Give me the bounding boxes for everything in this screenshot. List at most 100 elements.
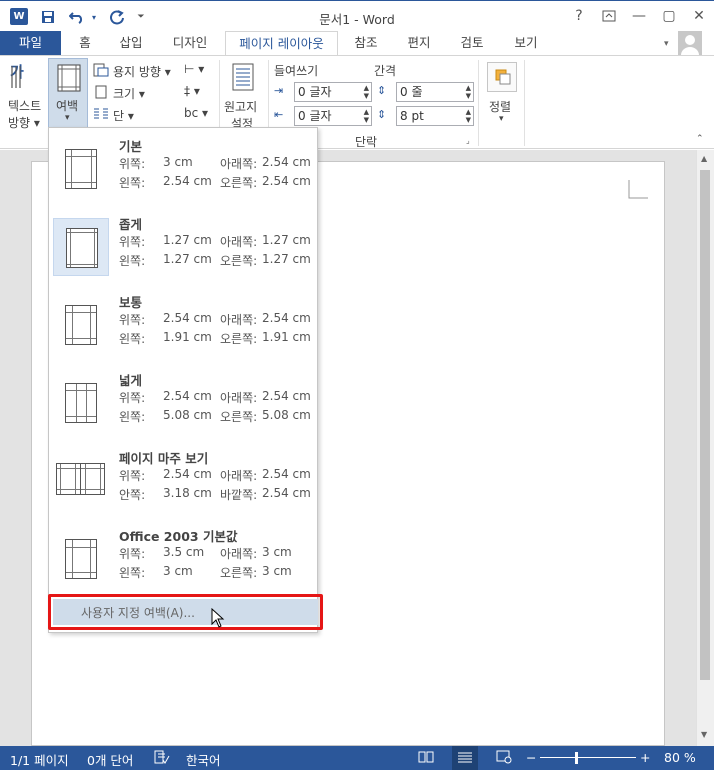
margin-option[interactable]: 기본 위쪽: 3 cm 아래쪽: 2.54 cm 왼쪽: 2.54 cm 오른쪽… xyxy=(49,130,317,208)
margin-label: 왼쪽: xyxy=(119,176,146,190)
tab-page-layout[interactable]: 페이지 레이아웃 xyxy=(225,31,338,56)
indent-right-input[interactable]: 0 글자 ▲ ▼ xyxy=(294,106,372,126)
margin-thumbnail xyxy=(53,296,109,354)
draft-settings-button[interactable]: 원고지 설정 xyxy=(222,61,266,131)
web-layout-icon[interactable] xyxy=(496,750,512,767)
margins-button[interactable]: 여백 ▾ xyxy=(48,58,88,130)
zoom-slider-thumb[interactable] xyxy=(575,752,578,764)
status-language[interactable]: 한국어 xyxy=(186,750,221,769)
spinner-arrows-icon[interactable]: ▲ ▼ xyxy=(364,108,369,124)
tab-view[interactable]: 보기 xyxy=(504,31,548,55)
margin-label: 위쪽: xyxy=(119,313,146,327)
ribbon-display-options-icon[interactable] xyxy=(596,5,622,27)
margin-label: 왼쪽: xyxy=(119,254,146,268)
zoom-in-button[interactable]: + xyxy=(640,750,650,765)
zoom-slider-track[interactable] xyxy=(540,757,636,758)
scrollbar-thumb[interactable] xyxy=(700,170,710,680)
margin-preview-icon xyxy=(66,228,98,268)
margin-option[interactable]: 좁게 위쪽: 1.27 cm 아래쪽: 1.27 cm 왼쪽: 1.27 cm … xyxy=(49,208,317,286)
title-bar: W ▾ ⏷ 문서1 - Word ? — ▢ ✕ xyxy=(0,0,714,31)
orientation-button[interactable]: 용지 방향 ▾ xyxy=(92,61,176,81)
text-direction-label: 텍스트 xyxy=(8,99,42,113)
hyphenation-button[interactable]: bc ▾ xyxy=(184,106,208,120)
custom-margins-label: 사용자 지정 여백(A)... xyxy=(81,606,195,620)
margin-value: 3 cm xyxy=(262,545,292,559)
margin-label: 위쪽: xyxy=(119,157,146,171)
size-button[interactable]: 크기 ▾ xyxy=(92,83,152,103)
breaks-button[interactable]: ⊢ ▾ xyxy=(184,62,204,76)
print-layout-icon[interactable] xyxy=(452,746,478,770)
margin-thumbnail xyxy=(53,140,109,198)
margin-value: 2.54 cm xyxy=(262,389,311,403)
tab-mailings[interactable]: 편지 xyxy=(397,31,441,55)
tab-home[interactable]: 홈 xyxy=(66,31,104,55)
proofing-icon[interactable] xyxy=(154,750,170,767)
scroll-up-icon[interactable]: ▲ xyxy=(701,154,707,163)
indent-left-input[interactable]: 0 글자 ▲ ▼ xyxy=(294,82,372,102)
arrange-label: 정렬 xyxy=(489,100,512,114)
dialog-launcher-icon[interactable]: ⌟ xyxy=(466,136,470,145)
spinner-arrows-icon[interactable]: ▲ ▼ xyxy=(466,108,471,124)
indent-left-value: 0 글자 xyxy=(298,85,332,99)
margin-option[interactable]: 페이지 마주 보기 위쪽: 2.54 cm 아래쪽: 2.54 cm 안쪽: 3… xyxy=(49,442,317,520)
account-dropdown-icon[interactable]: ▾ xyxy=(664,39,669,49)
margin-preview-icon xyxy=(65,539,97,579)
indent-right-value: 0 글자 xyxy=(298,109,332,123)
tab-file[interactable]: 파일 xyxy=(0,31,61,55)
vertical-scrollbar[interactable]: ▲ ▼ xyxy=(696,150,714,746)
ribbon-tabs: 파일 홈 삽입 디자인 페이지 레이아웃 참조 편지 검토 보기 ▾ xyxy=(0,31,714,56)
scroll-down-icon[interactable]: ▼ xyxy=(701,730,707,739)
margin-value: 3 cm xyxy=(262,564,292,578)
spacing-after-value: 8 pt xyxy=(400,109,424,123)
margin-value: 1.27 cm xyxy=(163,252,212,266)
margin-option-name: 페이지 마주 보기 xyxy=(119,451,209,466)
margin-option[interactable]: 넓게 위쪽: 2.54 cm 아래쪽: 2.54 cm 왼쪽: 5.08 cm … xyxy=(49,364,317,442)
margin-value: 2.54 cm xyxy=(262,467,311,481)
margin-value: 2.54 cm xyxy=(262,155,311,169)
close-button[interactable]: ✕ xyxy=(686,5,712,27)
margin-label: 아래쪽: xyxy=(220,391,258,405)
help-button[interactable]: ? xyxy=(566,5,592,27)
margin-value: 3.18 cm xyxy=(163,486,212,500)
margin-label: 오른쪽: xyxy=(220,332,258,346)
custom-margins-item[interactable]: 사용자 지정 여백(A)... xyxy=(48,594,323,630)
zoom-out-button[interactable]: − xyxy=(526,750,536,765)
spinner-arrows-icon[interactable]: ▲ ▼ xyxy=(466,84,471,100)
tab-insert[interactable]: 삽입 xyxy=(110,31,152,55)
margin-thumbnail xyxy=(53,374,109,432)
read-mode-icon[interactable] xyxy=(418,750,434,767)
zoom-level[interactable]: 80 % xyxy=(664,750,696,765)
margin-option-name: 넓게 xyxy=(119,373,143,388)
spacing-after-input[interactable]: 8 pt ▲ ▼ xyxy=(396,106,474,126)
tab-review[interactable]: 검토 xyxy=(450,31,494,55)
spacing-before-input[interactable]: 0 줄 ▲ ▼ xyxy=(396,82,474,102)
margin-value: 1.27 cm xyxy=(262,252,311,266)
maximize-button[interactable]: ▢ xyxy=(656,5,682,27)
mouse-cursor-icon xyxy=(211,608,225,628)
collapse-ribbon-icon[interactable]: ⌃ xyxy=(696,134,704,144)
margin-label: 아래쪽: xyxy=(220,469,258,483)
arrange-icon xyxy=(487,62,517,92)
tab-design[interactable]: 디자인 xyxy=(160,31,220,55)
avatar[interactable] xyxy=(678,31,702,55)
line-numbers-button[interactable]: ‡ ▾ xyxy=(184,84,200,98)
margin-label: 왼쪽: xyxy=(119,332,146,346)
columns-button[interactable]: 단 ▾ xyxy=(92,105,147,125)
margin-thumbnail xyxy=(53,530,109,588)
margin-value: 3 cm xyxy=(163,564,193,578)
margin-option[interactable]: Office 2003 기본값 위쪽: 3.5 cm 아래쪽: 3 cm 왼쪽:… xyxy=(49,520,317,598)
minimize-button[interactable]: — xyxy=(626,5,652,27)
status-page-count[interactable]: 1/1 페이지 xyxy=(10,750,69,769)
margin-value: 2.54 cm xyxy=(163,311,212,325)
tab-references[interactable]: 참조 xyxy=(346,31,386,55)
arrange-button[interactable]: 정렬 ▾ xyxy=(484,60,520,130)
spacing-header: 간격 xyxy=(374,64,397,78)
margins-arrow-icon: ▾ xyxy=(65,113,70,123)
margin-label: 안쪽: xyxy=(119,488,146,502)
margin-value: 3 cm xyxy=(163,155,193,169)
margin-option[interactable]: 보통 위쪽: 2.54 cm 아래쪽: 2.54 cm 왼쪽: 1.91 cm … xyxy=(49,286,317,364)
status-word-count[interactable]: 0개 단어 xyxy=(87,750,133,769)
margin-value: 2.54 cm xyxy=(262,174,311,188)
spinner-arrows-icon[interactable]: ▲ ▼ xyxy=(364,84,369,100)
text-direction-button[interactable]: 가 텍스트 방향 ▾ xyxy=(6,61,46,130)
